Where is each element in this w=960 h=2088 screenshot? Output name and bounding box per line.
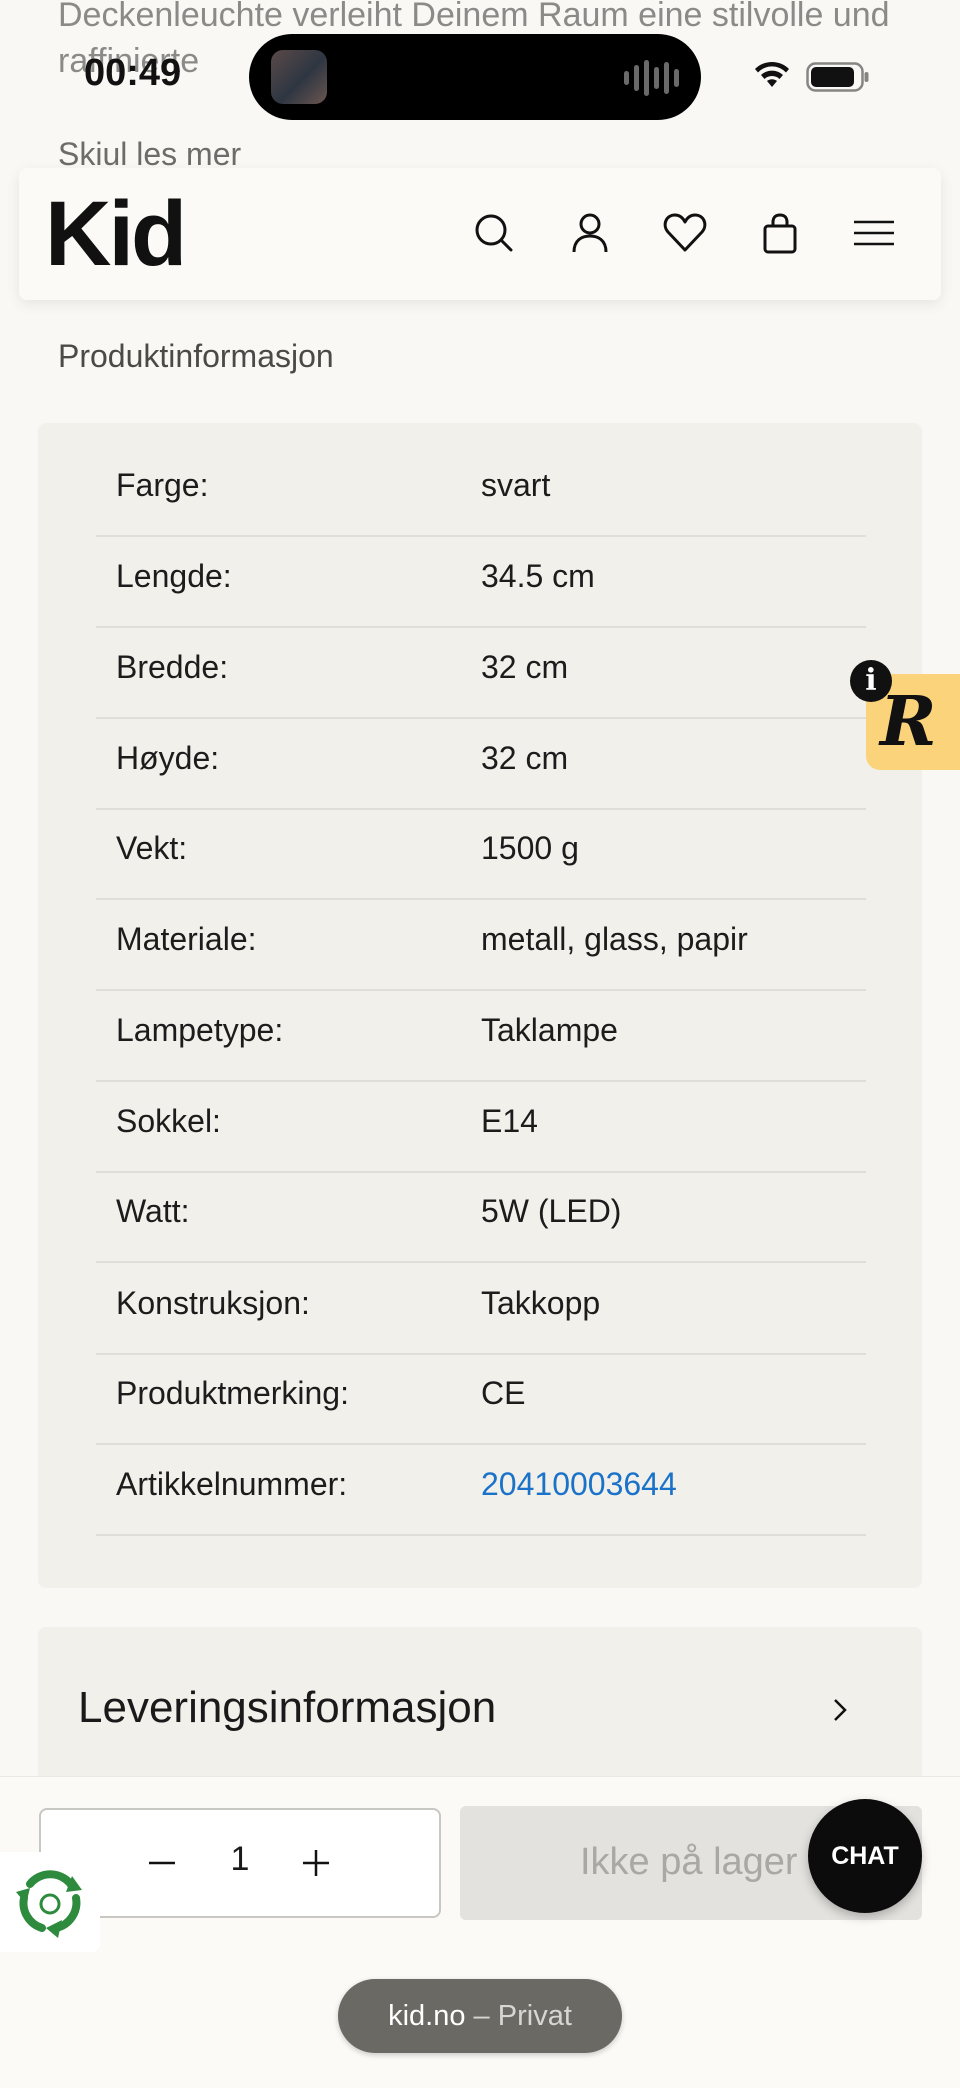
wifi-icon (755, 61, 789, 87)
row-value: 32 cm (481, 740, 569, 776)
table-row: Høyde: 32 cm (96, 718, 866, 810)
dynamic-island[interactable] (249, 34, 701, 120)
row-value: svart (481, 467, 551, 503)
table-row: Lengde: 34.5 cm (96, 536, 866, 628)
quantity-value[interactable]: 1 (41, 1840, 439, 1879)
row-label: Lengde: (116, 558, 232, 594)
row-value: Taklampe (481, 1012, 618, 1048)
row-label: Lampetype: (116, 1012, 284, 1048)
site-header: Kid (19, 168, 941, 300)
info-icon[interactable]: i (850, 660, 892, 702)
product-info-table: Farge: svart Lengde: 34.5 cm Bredde: 32 cm … (38, 423, 922, 1588)
row-value: metall, glass, papir (481, 921, 748, 957)
row-value: 5W (LED) (481, 1193, 622, 1229)
table-row: Produktmerking: CE (96, 1353, 866, 1445)
row-value: Takkopp (481, 1285, 601, 1321)
row-label: Watt: (116, 1193, 190, 1229)
row-label: Produktmerking: (116, 1375, 349, 1411)
article-number-link[interactable]: 20410003644 (481, 1466, 677, 1503)
account-icon[interactable] (567, 210, 613, 256)
chevron-right-icon (834, 1699, 847, 1721)
table-row: Materiale: metall, glass, papir (96, 899, 866, 991)
table-row: Farge: svart (96, 445, 866, 537)
recycling-badge[interactable] (0, 1852, 100, 1952)
row-label: Høyde: (116, 740, 220, 776)
table-row: Sokkel: E14 (96, 1081, 866, 1173)
row-label: Vekt: (116, 830, 188, 866)
battery-icon (806, 62, 869, 92)
recycle-icon (16, 1870, 82, 1938)
delivery-info-heading: Leveringsinformasjon (78, 1683, 497, 1732)
now-playing-artwork (271, 50, 327, 104)
status-time: 00:49 (84, 52, 182, 94)
row-value: E14 (481, 1103, 538, 1139)
heart-icon[interactable] (662, 210, 708, 256)
table-row: Bredde: 32 cm (96, 627, 866, 719)
row-value: 32 cm (481, 649, 569, 685)
audio-waveform-icon (624, 60, 679, 96)
chat-button[interactable]: CHAT (808, 1799, 922, 1913)
row-value: CE (481, 1375, 526, 1411)
table-row: Lampetype: Taklampe (96, 990, 866, 1082)
plus-icon[interactable] (293, 1840, 339, 1886)
browser-separator: – (465, 2000, 498, 2032)
row-label: Bredde: (116, 649, 229, 685)
bag-icon[interactable] (757, 210, 803, 256)
row-label: Sokkel: (116, 1103, 221, 1139)
delivery-info-accordion[interactable]: Leveringsinformasjon (38, 1627, 922, 1787)
row-value: 1500 g (481, 830, 579, 866)
menu-icon[interactable] (853, 210, 895, 256)
reviews-logo-icon: R (880, 682, 937, 762)
purchase-bar: 1 Ikke på lager CHAT kid.no – Privat (0, 1776, 960, 2088)
out-of-stock-label: Ikke på lager (580, 1841, 798, 1883)
browser-private-mode: Privat (497, 2000, 572, 2032)
row-label: Artikkelnummer: (116, 1466, 348, 1502)
row-value: 34.5 cm (481, 558, 595, 594)
search-icon[interactable] (471, 210, 517, 256)
product-info-heading: Produktinformasjon (58, 338, 334, 374)
table-row: Artikkelnummer: 20410003644 (96, 1444, 866, 1536)
kid-logo[interactable]: Kid (45, 188, 187, 280)
browser-domain: kid.no (388, 2000, 466, 2032)
row-label: Materiale: (116, 921, 257, 957)
row-label: Konstruksjon: (116, 1285, 310, 1321)
status-bar: 00:49 (0, 0, 960, 160)
table-row: Watt: 5W (LED) (96, 1171, 866, 1263)
row-label: Farge: (116, 467, 209, 503)
table-row: Vekt: 1500 g (96, 808, 866, 900)
browser-address-pill[interactable]: kid.no – Privat (338, 1979, 622, 2053)
table-row: Konstruksjon: Takkopp (96, 1263, 866, 1355)
